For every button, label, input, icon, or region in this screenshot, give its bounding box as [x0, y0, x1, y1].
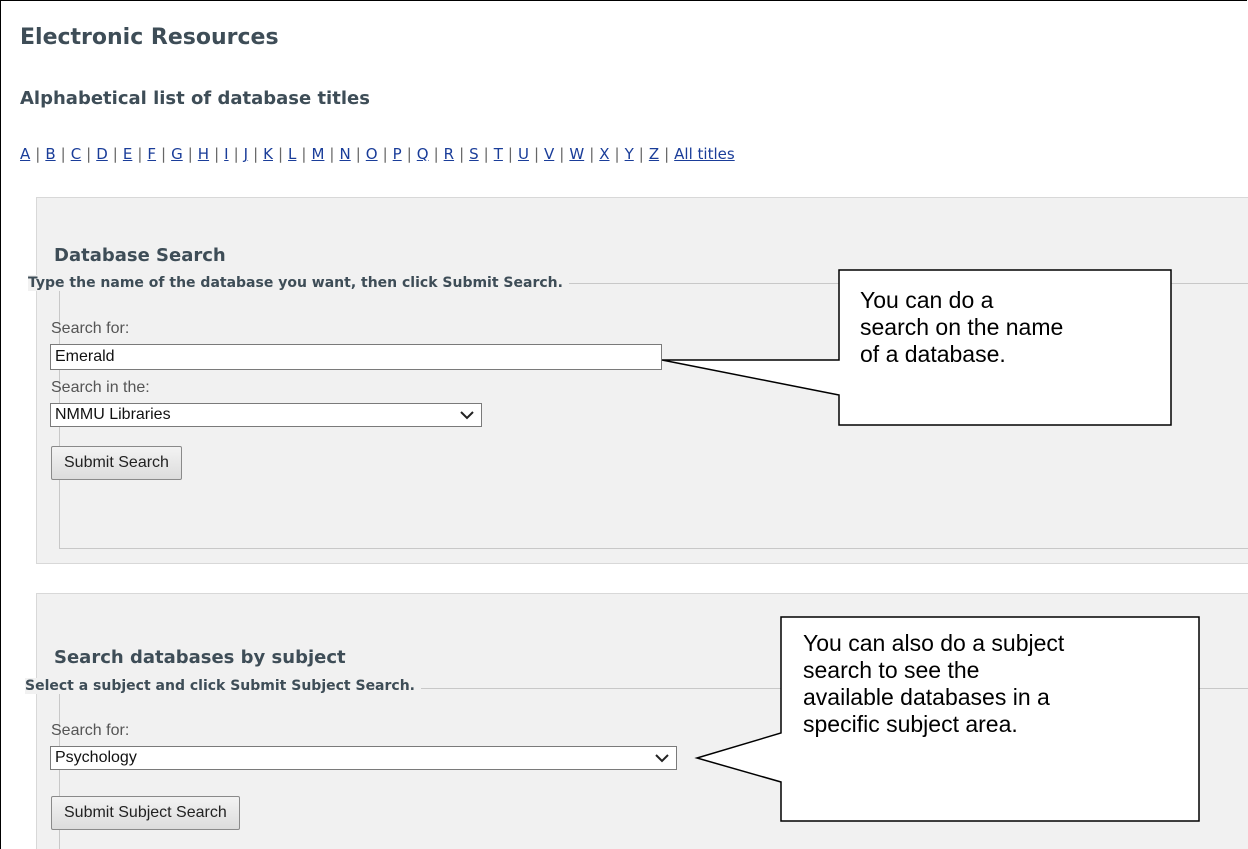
callout-line: search to see the [803, 657, 980, 683]
callout-line: You can also do a subject [803, 630, 1065, 656]
subject-search-callout-text: You can also do a subject search to see … [803, 630, 1064, 738]
callout-line: You can do a [860, 287, 994, 313]
callout-line: specific subject area. [803, 711, 1018, 737]
callout-line: available databases in a [803, 684, 1050, 710]
name-search-callout-text: You can do a search on the name of a dat… [860, 287, 1063, 368]
callout-line: search on the name [860, 314, 1064, 340]
callout-line: of a database. [860, 341, 1006, 367]
